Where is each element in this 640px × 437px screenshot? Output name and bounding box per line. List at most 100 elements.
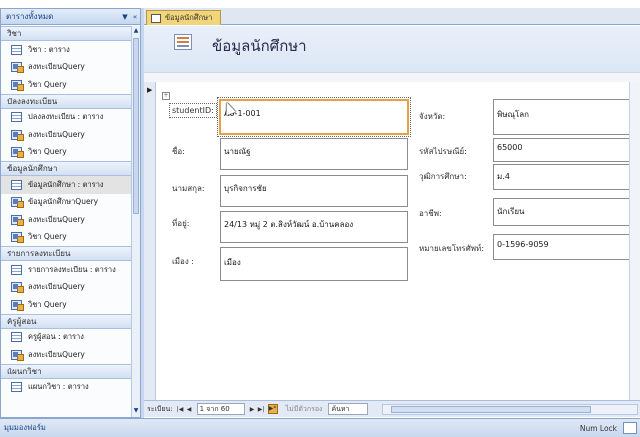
occupation-field[interactable]: นักเรียน	[493, 198, 638, 226]
education-field[interactable]: ม.4	[493, 164, 638, 190]
form-vertical-scrollbar[interactable]	[629, 82, 640, 400]
query-icon	[11, 214, 24, 226]
nav-item[interactable]: ครูผู้สอน : ตาราง	[1, 329, 131, 347]
query-icon	[11, 197, 24, 209]
nav-item[interactable]: ลงทะเบียนQuery	[1, 279, 131, 297]
query-icon	[11, 147, 24, 159]
nav-item-label: ปลงลงทะเบียน : ตาราง	[28, 112, 104, 122]
scroll-up-icon[interactable]: ▲	[132, 27, 140, 36]
record-selector[interactable]: ▶	[144, 82, 156, 400]
current-record-icon: ▶	[147, 86, 153, 94]
table-icon	[11, 382, 22, 393]
nav-item[interactable]: ข้อมูลนักศึกษาQuery	[1, 194, 131, 212]
nav-item[interactable]: ลงทะเบียนQuery	[1, 211, 131, 229]
nav-item[interactable]: วิชา Query	[1, 144, 131, 162]
nav-item[interactable]: วิชา Query	[1, 229, 131, 247]
navigation-pane-header[interactable]: ตารางทั้งหมด ▼ «	[1, 9, 140, 25]
table-icon	[11, 179, 22, 190]
nav-item[interactable]: ปลงลงทะเบียน : ตาราง	[1, 109, 131, 127]
document-tab[interactable]: ข้อมูลนักศึกษา	[146, 10, 222, 25]
address-field[interactable]: 24/13 หมู่ 2 ต.สิงห์วัฒน์ อ.บ้านคลอง	[220, 211, 408, 243]
record-position-input[interactable]: 1 จาก 60	[196, 403, 245, 415]
last-name-field[interactable]: บุรกิจการชัย	[220, 175, 408, 207]
query-icon	[11, 299, 24, 311]
search-input[interactable]: ค้นหา	[328, 403, 369, 415]
student-id-field[interactable]: A0-1-001	[217, 97, 411, 137]
nav-group-header[interactable]: วิชา ⌃	[1, 26, 131, 41]
record-navigator: ระเบียน: |◀ ◀ 1 จาก 60 ▶ ▶| ▶* ไม่มีตัวก…	[144, 400, 640, 417]
first-record-icon[interactable]: |◀	[176, 406, 185, 413]
nav-group-label: วิชา	[7, 29, 22, 38]
scroll-thumb[interactable]	[133, 38, 139, 214]
province-field[interactable]: พิษณุโลก	[493, 99, 638, 135]
document-tab-strip: ข้อมูลนักศึกษา	[144, 8, 640, 25]
first-name-label: ชื่อ:	[172, 147, 185, 156]
nav-item[interactable]: วิชา Query	[1, 296, 131, 314]
nav-group-header[interactable]: ปลงลงทะเบียน ⌃	[1, 93, 131, 109]
query-icon	[11, 129, 24, 141]
postal-code-field[interactable]: 65000	[493, 138, 638, 162]
phone-label: หมายเลขโทรศัพท์:	[419, 244, 485, 253]
nav-item-label: ลงทะเบียนQuery	[28, 214, 85, 224]
nav-group-header[interactable]: ครูผู้สอน ⌃	[1, 313, 131, 329]
nav-item[interactable]: วิชา : ตาราง	[1, 41, 131, 59]
phone-field[interactable]: 0-1596-9059	[493, 234, 638, 260]
navigation-pane-title: ตารางทั้งหมด	[6, 12, 54, 21]
occupation-label: อาชีพ:	[419, 209, 442, 218]
first-name-field[interactable]: นายณัฐ	[220, 138, 408, 170]
document-tab-label: ข้อมูลนักศึกษา	[165, 13, 213, 22]
nav-item-label: ข้อมูลนักศึกษาQuery	[28, 197, 99, 207]
table-icon	[11, 264, 22, 275]
nav-item-label: วิชา : ตาราง	[28, 44, 70, 54]
chevron-down-icon[interactable]: ▼	[120, 13, 130, 21]
navigation-scrollbar[interactable]: ▲ ▼	[131, 26, 140, 417]
nav-item[interactable]: ลงทะเบียนQuery	[1, 126, 131, 144]
next-record-icon[interactable]: ▶	[248, 406, 257, 413]
form-title: ข้อมูลนักศึกษา	[212, 37, 307, 55]
filter-status[interactable]: ไม่มีตัวกรอง	[286, 404, 323, 415]
form-header-divider	[144, 72, 640, 82]
last-name-label: นามสกุล:	[172, 184, 205, 193]
table-icon	[11, 112, 22, 123]
form-icon	[174, 34, 192, 50]
education-label: วุฒิการศึกษา:	[419, 172, 467, 181]
nav-item-label: ลงทะเบียนQuery	[28, 349, 85, 359]
nav-group-label: รายการลงทะเบียน	[7, 249, 71, 258]
city-label: เมือง :	[172, 257, 194, 266]
nav-item[interactable]: ลงทะเบียนQuery	[1, 59, 131, 77]
nav-item-label: รายการลงทะเบียน : ตาราง	[28, 264, 116, 274]
last-record-icon[interactable]: ▶|	[257, 406, 266, 413]
horizontal-scrollbar[interactable]	[382, 403, 638, 415]
form-view-icon[interactable]	[623, 422, 637, 434]
nav-item[interactable]: รายการลงทะเบียน : ตาราง	[1, 261, 131, 279]
previous-record-icon[interactable]: ◀	[185, 406, 194, 413]
province-label: จังหวัด:	[419, 112, 446, 121]
query-icon	[11, 232, 24, 244]
form-header: ข้อมูลนักศึกษา	[144, 26, 640, 72]
new-record-icon[interactable]: ▶*	[267, 404, 278, 414]
table-icon	[11, 332, 22, 343]
nav-item-label: แผนกวิชา : ตาราง	[28, 382, 89, 392]
address-label: ที่อยู่:	[172, 219, 190, 228]
nav-item-label: วิชา Query	[28, 232, 67, 242]
nav-item-label: ครูผู้สอน : ตาราง	[28, 332, 84, 342]
query-icon	[11, 79, 24, 91]
nav-item[interactable]: แผนกวิชา : ตาราง	[1, 379, 131, 397]
navigation-pane: ตารางทั้งหมด ▼ « วิชา ⌃ วิชา : ตารางลงทะเบ…	[0, 8, 141, 418]
nav-item-label: ลงทะเบียนQuery	[28, 282, 85, 292]
nav-item-label: ลงทะเบียนQuery	[28, 129, 85, 139]
form-detail: + studentID: A0-1-001 ชื่อ: นายณัฐ นามสก…	[157, 82, 640, 400]
table-icon	[11, 44, 22, 55]
scroll-down-icon[interactable]: ▼	[132, 407, 140, 416]
nav-item[interactable]: วิชา Query	[1, 76, 131, 94]
nav-group-header[interactable]: แผนกวิชา ⌃	[1, 363, 131, 379]
city-field[interactable]: เมือง	[220, 247, 408, 281]
collapse-pane-icon[interactable]: «	[130, 13, 140, 21]
nav-group-header[interactable]: ข้อมูลนักศึกษา ⌃	[1, 161, 131, 176]
nav-item-label: วิชา Query	[28, 79, 67, 89]
horizontal-scroll-thumb[interactable]	[391, 405, 592, 413]
layout-move-icon[interactable]: +	[162, 92, 170, 100]
nav-item[interactable]: ลงทะเบียนQuery	[1, 346, 131, 364]
nav-group-header[interactable]: รายการลงทะเบียน ⌃	[1, 246, 131, 261]
nav-item[interactable]: ข้อมูลนักศึกษา : ตาราง	[1, 176, 131, 194]
